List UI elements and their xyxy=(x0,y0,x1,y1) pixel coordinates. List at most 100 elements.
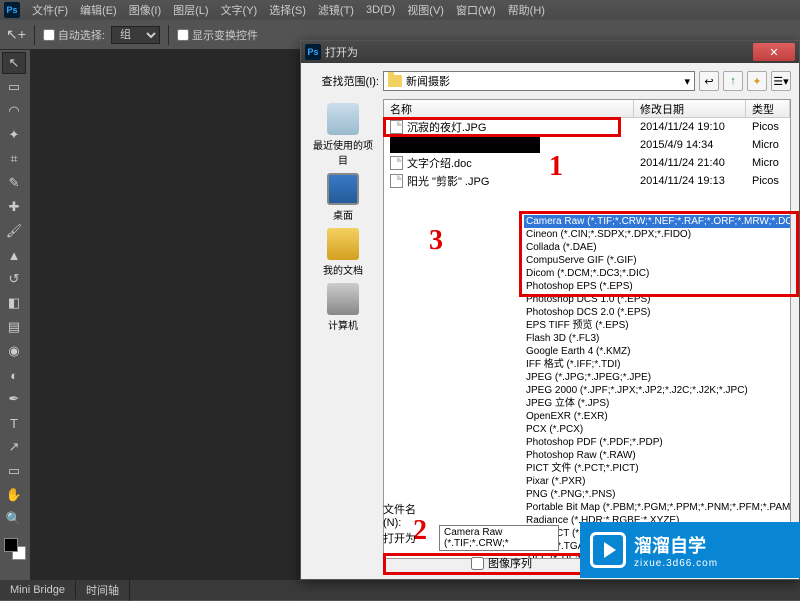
menu-image[interactable]: 图像(I) xyxy=(123,0,167,20)
auto-select-wrapper[interactable]: 自动选择: xyxy=(43,27,105,43)
type-tool[interactable]: T xyxy=(2,412,26,434)
place-recent[interactable]: 最近使用的项目 xyxy=(309,103,377,167)
format-option[interactable]: Photoshop EPS (*.EPS) xyxy=(524,280,791,293)
watermark-url: zixue.3d66.com xyxy=(634,558,718,569)
format-option[interactable]: Photoshop Raw (*.RAW) xyxy=(524,449,791,462)
pen-tool[interactable]: ✒ xyxy=(2,388,26,410)
divider xyxy=(34,25,35,45)
file-row[interactable]: 沉寂的夜灯.JPG 2014/11/24 19:10 Picos xyxy=(384,118,790,136)
marquee-tool[interactable]: ▭ xyxy=(2,76,26,98)
col-name[interactable]: 名称 xyxy=(384,100,634,117)
menu-file[interactable]: 文件(F) xyxy=(26,0,74,20)
format-option[interactable]: Cineon (*.CIN;*.SDPX;*.DPX;*.FIDO) xyxy=(524,228,791,241)
open-as-select[interactable]: Camera Raw (*.TIF;*.CRW;* xyxy=(439,525,559,551)
image-sequence-row[interactable]: 图像序列 xyxy=(471,555,532,571)
move-tool[interactable]: ↖ xyxy=(2,52,26,74)
format-option[interactable]: EPS TIFF 预览 (*.EPS) xyxy=(524,319,791,332)
stamp-tool[interactable]: ▲ xyxy=(2,244,26,266)
blur-tool[interactable]: ◉ xyxy=(2,340,26,362)
look-in-label: 查找范围(I): xyxy=(309,73,379,89)
play-icon xyxy=(590,532,626,568)
ps-logo-icon: Ps xyxy=(305,44,321,60)
brush-tool[interactable]: 🖌 xyxy=(2,220,26,242)
lasso-tool[interactable]: ◠ xyxy=(2,100,26,122)
format-option[interactable]: PNG (*.PNG;*.PNS) xyxy=(524,488,791,501)
auto-select-label: 自动选择: xyxy=(58,27,105,43)
format-option[interactable]: Dicom (*.DCM;*.DC3;*.DIC) xyxy=(524,267,791,280)
format-option[interactable]: Photoshop DCS 2.0 (*.EPS) xyxy=(524,306,791,319)
healing-tool[interactable]: ✚ xyxy=(2,196,26,218)
format-option[interactable]: CompuServe GIF (*.GIF) xyxy=(524,254,791,267)
format-option[interactable]: PCX (*.PCX) xyxy=(524,423,791,436)
image-sequence-checkbox[interactable] xyxy=(471,557,484,570)
file-list[interactable]: 名称 修改日期 类型 沉寂的夜灯.JPG 2014/11/24 19:10 Pi… xyxy=(383,99,791,559)
format-option[interactable]: JPEG 2000 (*.JPF;*.JPX;*.JP2;*.J2C;*.J2K… xyxy=(524,384,791,397)
format-option[interactable]: Collada (*.DAE) xyxy=(524,241,791,254)
dodge-tool[interactable]: ◐ xyxy=(2,364,26,386)
menu-filter[interactable]: 滤镜(T) xyxy=(312,0,360,20)
show-transform-wrapper[interactable]: 显示变换控件 xyxy=(177,27,258,43)
path-tool[interactable]: ↗ xyxy=(2,436,26,458)
dialog-titlebar[interactable]: Ps 打开为 ✕ xyxy=(301,41,799,63)
redacted-filename xyxy=(390,137,540,153)
menu-3d[interactable]: 3D(D) xyxy=(360,2,401,18)
file-row[interactable]: 2015/4/9 14:34 Micro xyxy=(384,136,790,154)
menu-select[interactable]: 选择(S) xyxy=(263,0,312,20)
crop-tool[interactable]: ⌗ xyxy=(2,148,26,170)
new-folder-button[interactable]: ✦ xyxy=(747,71,767,91)
format-option[interactable]: Pixar (*.PXR) xyxy=(524,475,791,488)
menu-layer[interactable]: 图层(L) xyxy=(167,0,214,20)
file-icon xyxy=(390,120,403,134)
menu-edit[interactable]: 编辑(E) xyxy=(74,0,123,20)
format-option[interactable]: Flash 3D (*.FL3) xyxy=(524,332,791,345)
close-button[interactable]: ✕ xyxy=(753,43,795,61)
gradient-tool[interactable]: ▤ xyxy=(2,316,26,338)
eraser-tool[interactable]: ◧ xyxy=(2,292,26,314)
place-desktop[interactable]: 桌面 xyxy=(327,173,359,222)
open-as-label: 打开为 xyxy=(383,530,433,546)
col-type[interactable]: 类型 xyxy=(746,100,790,117)
back-button[interactable]: ↩ xyxy=(699,71,719,91)
look-in-select[interactable]: 新闻摄影 ▾ xyxy=(383,71,695,91)
wand-tool[interactable]: ✦ xyxy=(2,124,26,146)
desktop-icon xyxy=(327,173,359,205)
menu-window[interactable]: 窗口(W) xyxy=(450,0,502,20)
format-option[interactable]: PICT 文件 (*.PCT;*.PICT) xyxy=(524,462,791,475)
auto-select-checkbox[interactable] xyxy=(43,29,55,41)
file-icon xyxy=(390,174,403,188)
view-menu-button[interactable]: ☰▾ xyxy=(771,71,791,91)
history-brush-tool[interactable]: ↺ xyxy=(2,268,26,290)
shape-tool[interactable]: ▭ xyxy=(2,460,26,482)
format-option[interactable]: IFF 格式 (*.IFF;*.TDI) xyxy=(524,358,791,371)
menu-help[interactable]: 帮助(H) xyxy=(502,0,551,20)
file-row[interactable]: 文字介绍.doc 2014/11/24 21:40 Micro xyxy=(384,154,790,172)
format-option[interactable]: OpenEXR (*.EXR) xyxy=(524,410,791,423)
zoom-tool[interactable]: 🔍 xyxy=(2,508,26,530)
place-documents[interactable]: 我的文档 xyxy=(323,228,363,277)
format-option[interactable]: JPEG 立体 (*.JPS) xyxy=(524,397,791,410)
eyedropper-tool[interactable]: ✎ xyxy=(2,172,26,194)
tab-timeline[interactable]: 时间轴 xyxy=(76,579,130,601)
format-option[interactable]: JPEG (*.JPG;*.JPEG;*.JPE) xyxy=(524,371,791,384)
dialog-title: 打开为 xyxy=(325,44,753,60)
format-option[interactable]: Portable Bit Map (*.PBM;*.PGM;*.PPM;*.PN… xyxy=(524,501,791,514)
menu-type[interactable]: 文字(Y) xyxy=(215,0,264,20)
foreground-swatch[interactable] xyxy=(4,538,18,552)
tab-mini-bridge[interactable]: Mini Bridge xyxy=(0,581,76,599)
auto-select-mode[interactable]: 组 xyxy=(111,26,160,44)
format-option[interactable]: Camera Raw (*.TIF;*.CRW;*.NEF;*.RAF;*.OR… xyxy=(524,215,791,228)
col-date[interactable]: 修改日期 xyxy=(634,100,746,117)
up-button[interactable]: ↑ xyxy=(723,71,743,91)
format-option[interactable]: Photoshop PDF (*.PDF;*.PDP) xyxy=(524,436,791,449)
format-option[interactable]: Photoshop DCS 1.0 (*.EPS) xyxy=(524,293,791,306)
place-computer[interactable]: 计算机 xyxy=(327,283,359,332)
file-row[interactable]: 阳光 "剪影" .JPG 2014/11/24 19:13 Picos xyxy=(384,172,790,190)
hand-tool[interactable]: ✋ xyxy=(2,484,26,506)
format-option[interactable]: Google Earth 4 (*.KMZ) xyxy=(524,345,791,358)
format-dropdown[interactable]: Camera Raw (*.TIF;*.CRW;*.NEF;*.RAF;*.OR… xyxy=(524,215,791,559)
status-bar: Mini Bridge 时间轴 xyxy=(0,580,800,600)
color-swatches[interactable] xyxy=(2,536,28,562)
menu-view[interactable]: 视图(V) xyxy=(401,0,450,20)
file-list-header: 名称 修改日期 类型 xyxy=(384,100,790,118)
show-transform-checkbox[interactable] xyxy=(177,29,189,41)
